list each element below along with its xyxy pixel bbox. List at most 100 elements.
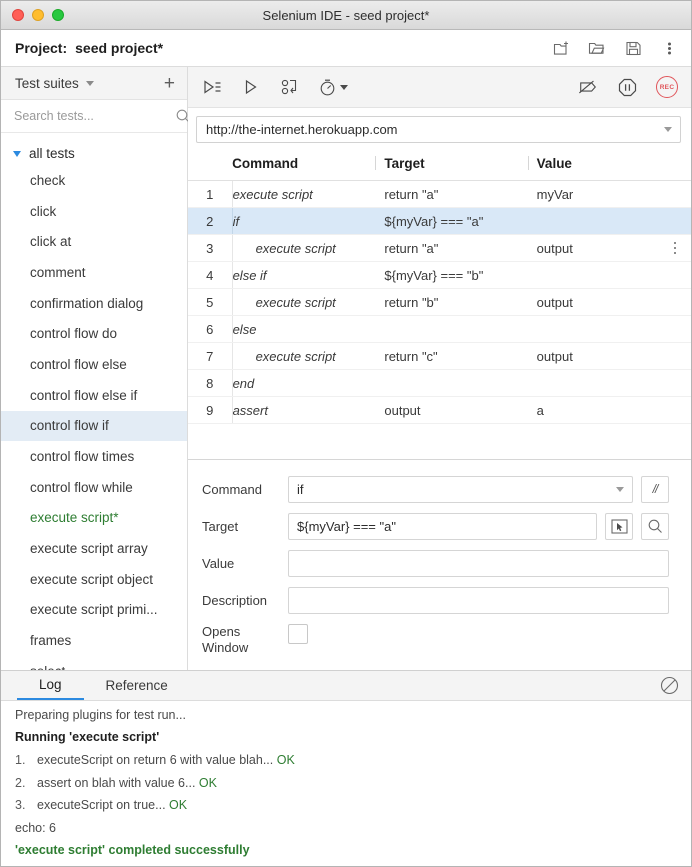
- opens-window-checkbox[interactable]: [288, 624, 308, 644]
- row-more-menu-icon[interactable]: [659, 242, 691, 255]
- chevron-down-icon[interactable]: [616, 487, 624, 492]
- row-index[interactable]: 3: [188, 235, 232, 262]
- sidebar-test-item[interactable]: comment: [1, 257, 187, 288]
- row-index[interactable]: 6: [188, 316, 232, 343]
- row-value[interactable]: [537, 208, 659, 235]
- sidebar-test-item[interactable]: execute script object: [1, 564, 187, 595]
- table-row[interactable]: 2if${myVar} === "a": [188, 208, 691, 235]
- row-index[interactable]: 2: [188, 208, 232, 235]
- row-index[interactable]: 4: [188, 262, 232, 289]
- sidebar-test-item[interactable]: check: [1, 165, 187, 196]
- sidebar-test-item[interactable]: control flow if: [1, 411, 187, 442]
- row-value[interactable]: [537, 370, 659, 397]
- speed-dropdown-caret-icon[interactable]: [340, 85, 348, 90]
- row-command[interactable]: assert: [232, 397, 384, 424]
- row-value[interactable]: output: [537, 343, 659, 370]
- speed-icon[interactable]: [319, 77, 348, 97]
- row-value[interactable]: output: [537, 235, 659, 262]
- sidebar-test-label: execute script array: [30, 541, 148, 556]
- sidebar-test-item[interactable]: execute script array: [1, 533, 187, 564]
- column-header-target[interactable]: Target: [384, 150, 536, 181]
- table-row[interactable]: 6else: [188, 316, 691, 343]
- pause-icon[interactable]: [617, 77, 637, 97]
- save-project-icon[interactable]: [623, 38, 643, 58]
- open-project-icon[interactable]: [587, 38, 607, 58]
- row-target[interactable]: return "a": [384, 235, 536, 262]
- sidebar-test-item[interactable]: click at: [1, 226, 187, 257]
- table-row[interactable]: 1execute scriptreturn "a"myVar: [188, 181, 691, 208]
- sidebar-test-item[interactable]: execute script primi...: [1, 595, 187, 626]
- value-input[interactable]: [288, 550, 669, 577]
- row-command[interactable]: if: [232, 208, 384, 235]
- table-row[interactable]: 3execute scriptreturn "a"output: [188, 235, 691, 262]
- row-index[interactable]: 1: [188, 181, 232, 208]
- step-over-icon[interactable]: [280, 77, 300, 97]
- tab-log[interactable]: Log: [17, 671, 84, 700]
- column-header-value[interactable]: Value: [537, 150, 659, 181]
- row-target[interactable]: [384, 370, 536, 397]
- clear-log-icon[interactable]: [660, 671, 679, 700]
- sidebar-test-item[interactable]: control flow times: [1, 441, 187, 472]
- row-command[interactable]: end: [232, 370, 384, 397]
- row-target[interactable]: return "c": [384, 343, 536, 370]
- search-input[interactable]: [14, 109, 175, 123]
- row-target[interactable]: ${myVar} === "b": [384, 262, 536, 289]
- base-url-field[interactable]: http://the-internet.herokuapp.com: [196, 116, 681, 143]
- table-row[interactable]: 7execute scriptreturn "c"output: [188, 343, 691, 370]
- test-suites-label[interactable]: Test suites: [15, 76, 79, 91]
- row-index[interactable]: 9: [188, 397, 232, 424]
- disable-breakpoints-icon[interactable]: [578, 77, 598, 97]
- row-value[interactable]: myVar: [537, 181, 659, 208]
- target-input[interactable]: ${myVar} === "a": [288, 513, 597, 540]
- sidebar-test-item[interactable]: frames: [1, 625, 187, 656]
- row-command[interactable]: execute script: [232, 289, 384, 316]
- row-value[interactable]: a: [537, 397, 659, 424]
- more-menu-icon[interactable]: [659, 38, 679, 58]
- new-project-icon[interactable]: [551, 38, 571, 58]
- row-index[interactable]: 7: [188, 343, 232, 370]
- tests-list[interactable]: all tests checkclickclick atcommentconfi…: [1, 133, 187, 670]
- row-command[interactable]: else: [232, 316, 384, 343]
- row-target[interactable]: [384, 316, 536, 343]
- add-test-button[interactable]: +: [164, 74, 175, 93]
- table-row[interactable]: 5execute scriptreturn "b"output: [188, 289, 691, 316]
- sidebar-test-item[interactable]: execute script*: [1, 503, 187, 534]
- row-target[interactable]: return "b": [384, 289, 536, 316]
- sidebar-test-item[interactable]: click: [1, 196, 187, 227]
- row-command[interactable]: execute script: [232, 235, 384, 262]
- record-button[interactable]: REC: [656, 76, 678, 98]
- all-tests-group[interactable]: all tests: [1, 142, 187, 165]
- sidebar-test-item[interactable]: confirmation dialog: [1, 288, 187, 319]
- column-header-command[interactable]: Command: [232, 150, 384, 181]
- sidebar-test-item[interactable]: control flow else: [1, 349, 187, 380]
- chevron-down-icon[interactable]: [664, 127, 672, 132]
- row-target[interactable]: return "a": [384, 181, 536, 208]
- sidebar-test-item[interactable]: select: [1, 656, 187, 670]
- row-command[interactable]: else if: [232, 262, 384, 289]
- log-output[interactable]: Preparing plugins for test run...Running…: [1, 701, 691, 866]
- row-value[interactable]: [537, 262, 659, 289]
- description-input[interactable]: [288, 587, 669, 614]
- row-target[interactable]: output: [384, 397, 536, 424]
- table-row[interactable]: 4else if${myVar} === "b": [188, 262, 691, 289]
- sidebar-test-item[interactable]: control flow else if: [1, 380, 187, 411]
- chevron-down-icon[interactable]: [86, 81, 94, 86]
- row-value[interactable]: [537, 316, 659, 343]
- table-row[interactable]: 8end: [188, 370, 691, 397]
- sidebar-test-item[interactable]: control flow while: [1, 472, 187, 503]
- tab-reference[interactable]: Reference: [84, 671, 190, 700]
- run-current-test-icon[interactable]: [241, 77, 261, 97]
- row-value[interactable]: output: [537, 289, 659, 316]
- row-command[interactable]: execute script: [232, 343, 384, 370]
- row-index[interactable]: 8: [188, 370, 232, 397]
- row-command[interactable]: execute script: [232, 181, 384, 208]
- run-all-tests-icon[interactable]: [202, 77, 222, 97]
- select-target-icon[interactable]: [605, 513, 633, 540]
- row-target[interactable]: ${myVar} === "a": [384, 208, 536, 235]
- toggle-comment-button[interactable]: //: [641, 476, 669, 503]
- find-target-icon[interactable]: [641, 513, 669, 540]
- row-index[interactable]: 5: [188, 289, 232, 316]
- sidebar-test-item[interactable]: control flow do: [1, 318, 187, 349]
- command-input[interactable]: if: [288, 476, 633, 503]
- table-row[interactable]: 9assertoutputa: [188, 397, 691, 424]
